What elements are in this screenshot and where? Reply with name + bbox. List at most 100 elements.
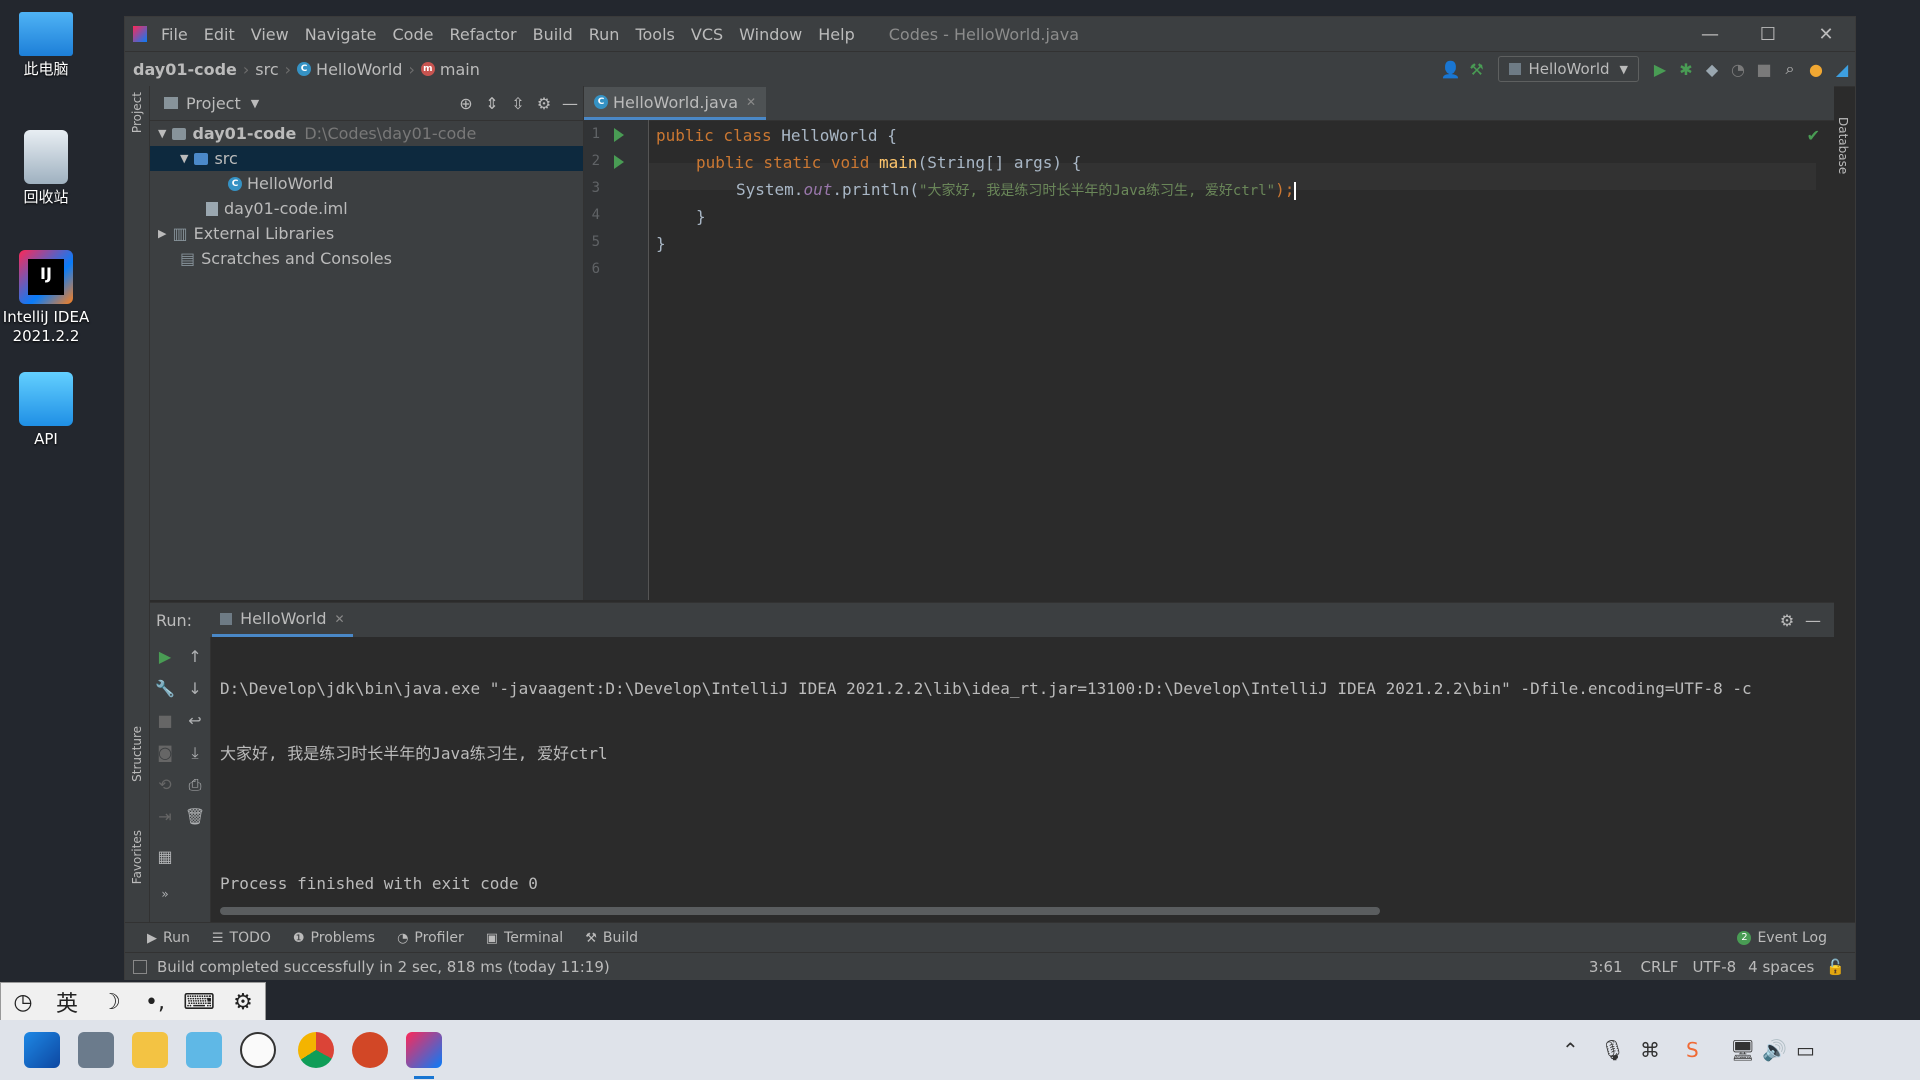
arrow-up-icon[interactable]: ↑ [182,647,208,666]
battery-icon[interactable]: ▭ [1796,1038,1815,1062]
run-gutter-icon[interactable] [614,155,624,169]
soft-wrap-icon[interactable]: ↩ [182,711,208,730]
minimize-button[interactable]: — [1681,24,1739,45]
run-gutter-icon[interactable] [614,128,624,142]
restore-layout-icon[interactable]: ⟲ [152,775,178,794]
hide-icon[interactable]: — [557,94,583,113]
breadcrumb-method[interactable]: main [440,60,480,79]
breadcrumb-src[interactable]: src [255,60,278,79]
tool-window-project[interactable]: Project [130,92,144,133]
scroll-to-end-icon[interactable]: ⤓ [182,743,208,763]
menu-run[interactable]: Run [581,25,628,44]
tool-window-favorites[interactable]: Favorites [130,830,144,884]
run-icon[interactable]: ▶ [1647,60,1673,79]
tool-window-structure[interactable]: Structure [130,726,144,782]
caret-position[interactable]: 3:61 [1589,958,1623,976]
inspection-ok-icon[interactable]: ✔ [1807,126,1820,145]
search-icon[interactable]: ⌕ [1777,59,1803,79]
tool-window-database[interactable]: Database [1836,117,1850,174]
profiler-icon[interactable]: ◔ [1725,60,1751,79]
desktop-icon-this-pc[interactable]: 此电脑 [0,12,92,79]
locate-icon[interactable]: ⊕ [453,94,479,113]
tree-item-helloworld[interactable]: C HelloWorld [150,171,583,196]
ime-logo-icon[interactable]: ◷ [1,990,45,1015]
close-icon[interactable]: ✕ [334,612,344,626]
gear-icon[interactable]: ⚙ [1774,611,1800,630]
debug-icon[interactable]: ✱ [1673,60,1699,79]
breadcrumb-project[interactable]: day01-code [133,60,237,79]
keyboard-icon[interactable]: ⌨ [177,990,221,1015]
remote-desktop-icon[interactable] [78,1032,114,1068]
trash-icon[interactable]: 🗑 [182,807,208,826]
menu-code[interactable]: Code [385,25,442,44]
close-button[interactable]: ✕ [1797,24,1855,45]
bottom-tab-run[interactable]: ▶ Run [147,930,190,946]
bottom-tab-problems[interactable]: ❶ Problems [293,930,375,946]
clock-app-icon[interactable] [240,1032,276,1068]
menu-file[interactable]: File [153,25,196,44]
console-output[interactable]: D:\Develop\jdk\bin\java.exe "-javaagent:… [220,637,1834,923]
stop-icon[interactable]: ■ [152,711,178,730]
more-icon[interactable]: » [152,887,178,901]
chevron-down-icon[interactable]: ▼ [251,97,259,110]
punctuation-icon[interactable]: •, [133,990,177,1015]
menu-vcs[interactable]: VCS [683,25,731,44]
menu-build[interactable]: Build [525,25,581,44]
ime-language-toggle[interactable]: 英 [45,986,89,1018]
bottom-tab-build[interactable]: ⚒ Build [585,930,638,946]
collapse-all-icon[interactable]: ⇳ [505,94,531,113]
bottom-tab-profiler[interactable]: ◔ Profiler [397,930,464,946]
user-icon[interactable]: 👤 [1438,60,1464,79]
lock-icon[interactable]: 🔓 [1826,958,1845,976]
toggle-tool-windows-icon[interactable] [133,959,147,974]
tree-item-scratches[interactable]: ▤ Scratches and Consoles [150,246,583,271]
tree-item-src[interactable]: ▼ src [150,146,583,171]
gear-icon[interactable]: ⚙ [221,990,265,1015]
microphone-icon[interactable]: 🎙 [1600,1038,1625,1062]
event-log-button[interactable]: 2 Event Log [1737,930,1827,946]
close-icon[interactable]: ✕ [746,95,756,109]
desktop-icon-api[interactable]: API [0,372,92,449]
powerpoint-icon[interactable] [352,1032,388,1068]
stop-icon[interactable]: ■ [1751,60,1777,79]
editor[interactable]: C HelloWorld.java ✕ 1 2 3 4 5 6 public c… [584,86,1834,600]
chevron-up-icon[interactable]: ⌃ [1562,1038,1579,1062]
file-encoding[interactable]: UTF-8 [1692,958,1736,976]
menu-navigate[interactable]: Navigate [297,25,385,44]
hide-icon[interactable]: — [1800,611,1826,630]
chrome-icon[interactable] [298,1032,334,1068]
file-explorer-icon[interactable] [132,1032,168,1068]
run-tab-helloworld[interactable]: HelloWorld ✕ [212,603,353,637]
gear-icon[interactable]: ⚙ [531,94,557,113]
indent-setting[interactable]: 4 spaces [1748,958,1814,976]
layout-icon[interactable]: ▦ [152,847,178,866]
coverage-icon[interactable]: ◆ [1699,60,1725,79]
update-icon[interactable]: ● [1803,60,1829,79]
menu-help[interactable]: Help [810,25,862,44]
windows-start-icon[interactable] [24,1032,60,1068]
run-config-select[interactable]: HelloWorld ▼ [1497,56,1639,82]
print-icon[interactable]: ⎙ [182,775,208,795]
desktop-icon-recycle-bin[interactable]: 回收站 [0,130,92,207]
tree-item-iml[interactable]: day01-code.iml [150,196,583,221]
menu-refactor[interactable]: Refactor [441,25,524,44]
desktop-icon-intellij[interactable]: IJ IntelliJ IDEA 2021.2.2 [0,250,92,346]
tab-helloworld-java[interactable]: C HelloWorld.java ✕ [584,87,767,120]
menu-tools[interactable]: Tools [627,25,682,44]
wrench-icon[interactable]: 🔧 [152,679,178,698]
horizontal-scrollbar[interactable] [220,907,1380,915]
maximize-button[interactable]: ☐ [1739,24,1797,45]
sogou-icon[interactable]: S [1686,1038,1699,1062]
arrow-down-icon[interactable]: ↓ [182,679,208,698]
sync-app-icon[interactable] [186,1032,222,1068]
exit-icon[interactable]: ⇥ [152,807,178,826]
tree-item-project-root[interactable]: ▼ day01-code D:\Codes\day01-code [150,121,583,146]
camera-icon[interactable]: ◙ [152,743,178,762]
line-separator[interactable]: CRLF [1641,958,1679,976]
intellij-taskbar-icon[interactable] [406,1032,442,1068]
rerun-icon[interactable]: ▶ [152,647,178,666]
volume-icon[interactable]: 🔊 [1762,1038,1787,1062]
ime-tray-icon[interactable]: ⌘ [1640,1038,1660,1062]
menu-edit[interactable]: Edit [196,25,243,44]
menu-view[interactable]: View [243,25,297,44]
